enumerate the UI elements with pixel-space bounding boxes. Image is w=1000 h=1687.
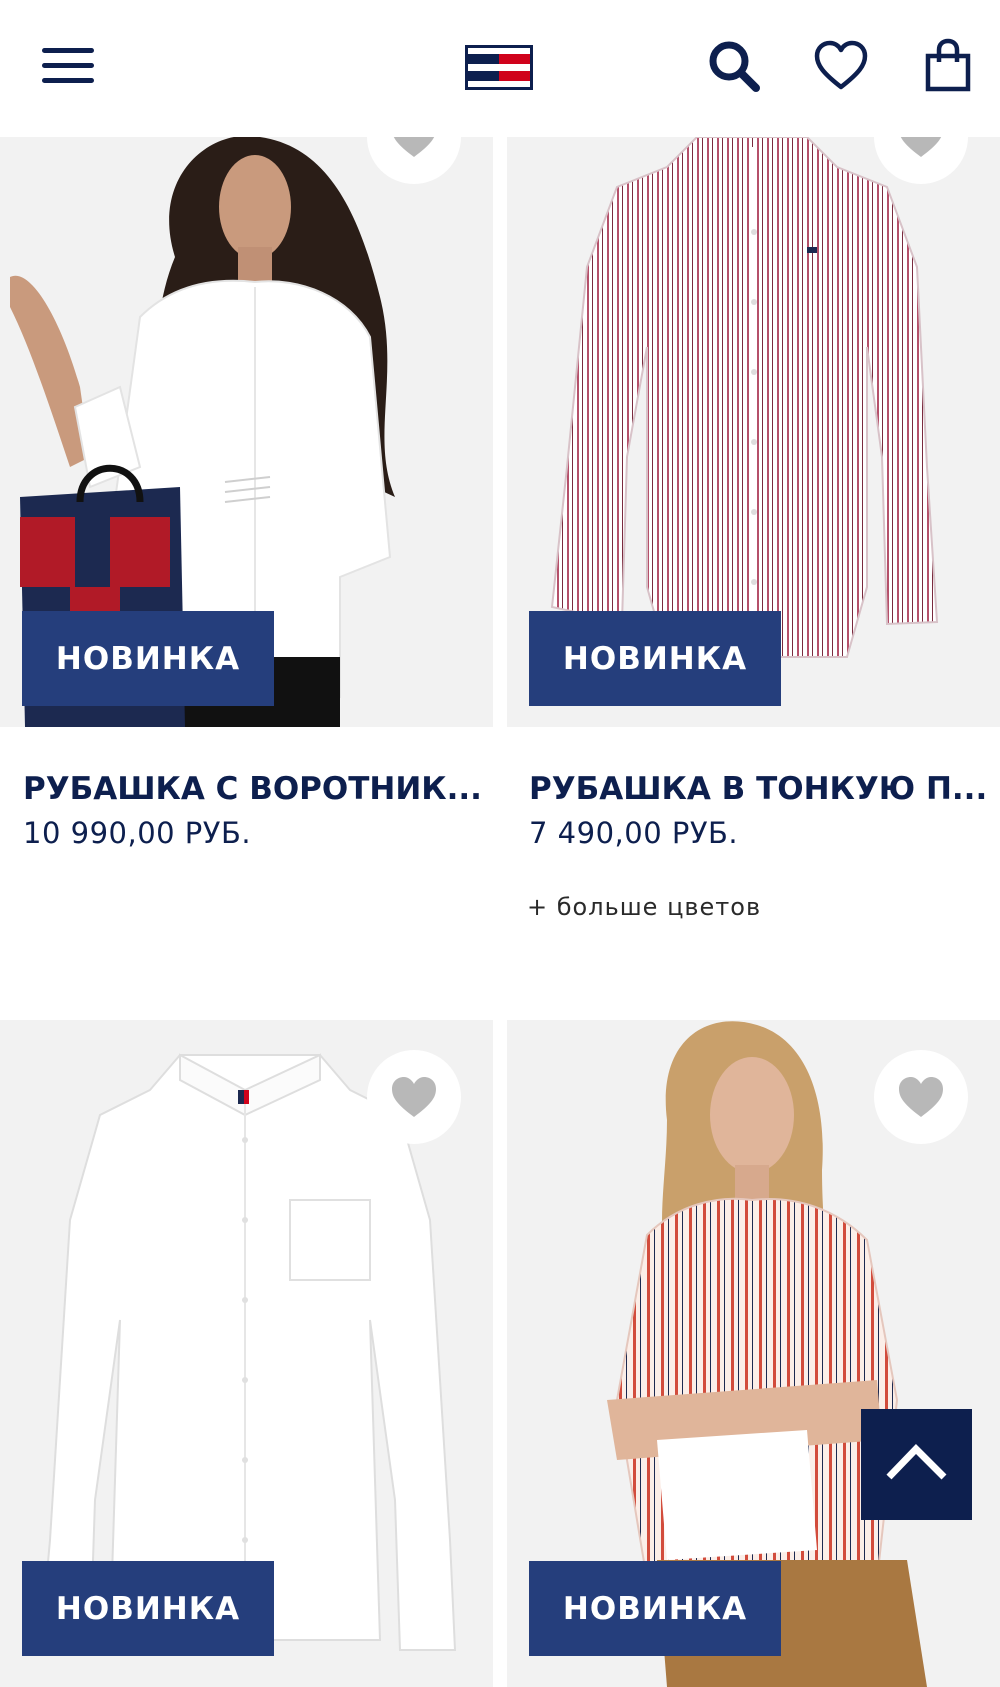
wishlist-button[interactable] <box>367 1050 461 1144</box>
new-badge: НОВИНКА <box>22 611 274 706</box>
new-badge: НОВИНКА <box>22 1561 274 1656</box>
product-price: 10 990,00 РУБ. <box>23 816 252 850</box>
heart-icon <box>392 1077 436 1117</box>
heart-icon[interactable] <box>813 38 869 94</box>
new-badge: НОВИНКА <box>529 611 781 706</box>
product-price: 7 490,00 РУБ. <box>529 816 739 850</box>
product-card[interactable]: НОВИНКА <box>0 90 493 727</box>
chevron-up-icon <box>886 1444 947 1480</box>
wishlist-button[interactable] <box>874 1050 968 1144</box>
product-title[interactable]: РУБАШКА С ВОРОТНИК... <box>23 771 483 807</box>
search-icon[interactable] <box>706 38 762 94</box>
heart-icon <box>899 1077 943 1117</box>
product-card[interactable]: НОВИНКА <box>507 90 1000 727</box>
scroll-to-top-button[interactable] <box>861 1409 972 1520</box>
product-card[interactable]: НОВИНКА <box>0 1020 493 1687</box>
more-colors-link[interactable]: + больше цветов <box>527 893 761 921</box>
menu-icon-bar <box>42 78 94 83</box>
shopping-bag-icon[interactable] <box>920 38 976 94</box>
menu-button[interactable] <box>42 46 94 86</box>
product-card[interactable]: НОВИНКА <box>507 1020 1000 1687</box>
menu-icon-bar <box>42 63 94 68</box>
site-header <box>0 0 1000 137</box>
new-badge: НОВИНКА <box>529 1561 781 1656</box>
menu-icon-bar <box>42 48 94 53</box>
product-title[interactable]: РУБАШКА В ТОНКУЮ П... <box>529 771 989 807</box>
tommy-flag-logo[interactable] <box>465 45 533 90</box>
